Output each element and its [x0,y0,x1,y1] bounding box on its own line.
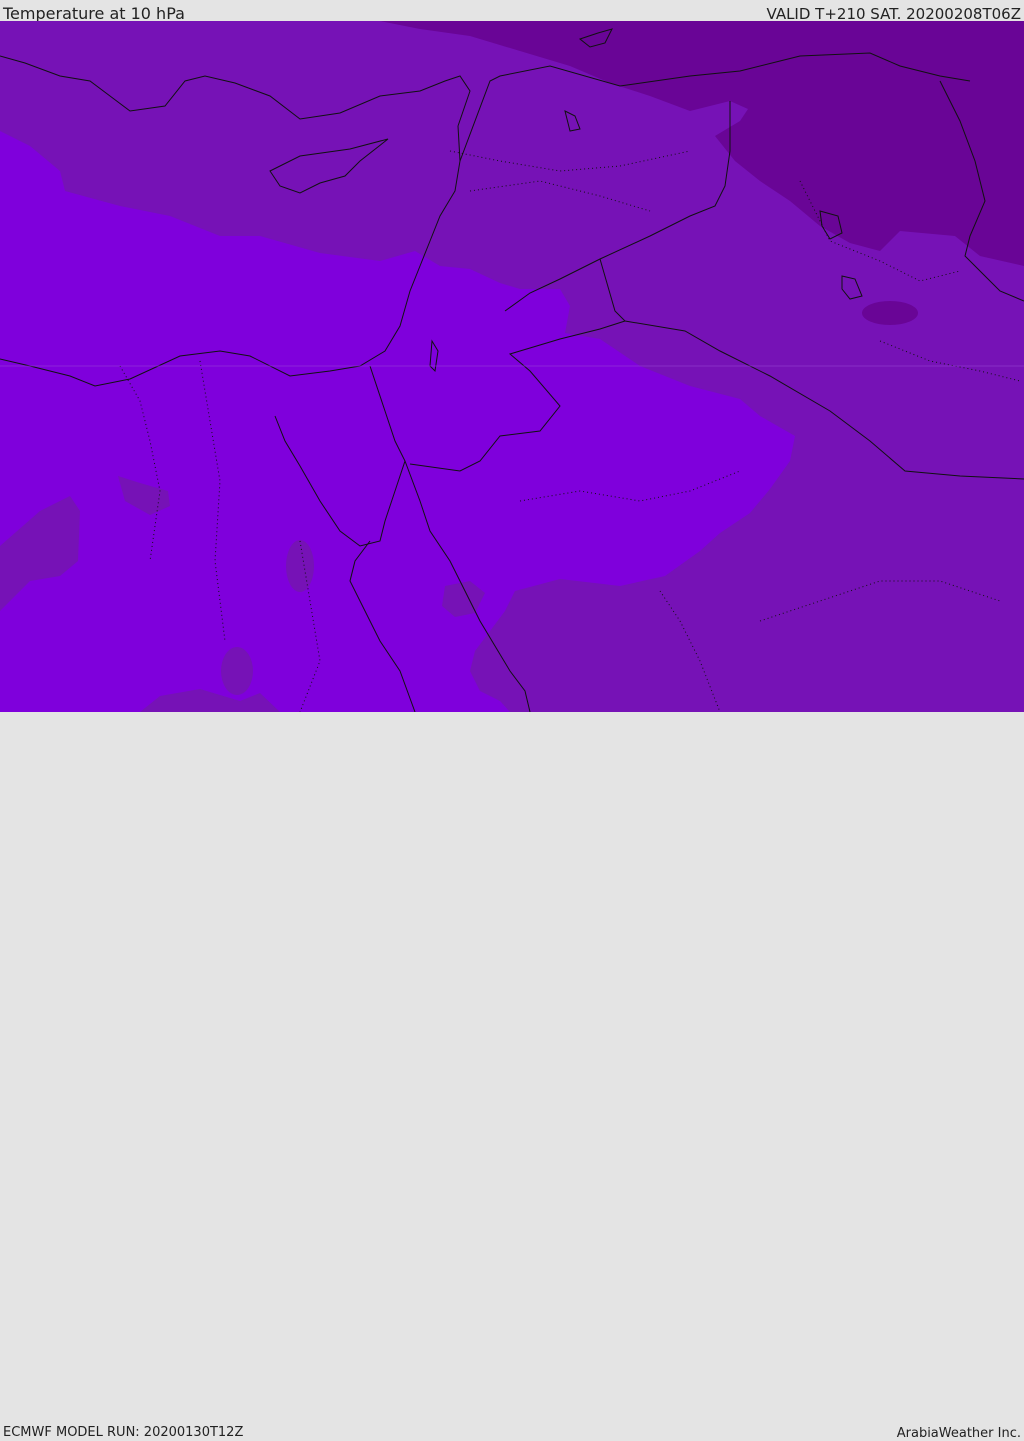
brand-label: ArabiaWeather Inc. [896,1426,1021,1441]
header-bar: Temperature at 10 hPa VALID T+210 SAT. 2… [0,0,1024,23]
cool-patch-south [221,647,253,695]
temperature-map [0,21,1024,712]
cool-patch-egypt [286,540,314,592]
dark-purple-patch [862,301,918,325]
footer-bar: ECMWF MODEL RUN: 20200130T12Z ArabiaWeat… [0,712,1024,1441]
model-run: ECMWF MODEL RUN: 20200130T12Z [3,1425,244,1440]
